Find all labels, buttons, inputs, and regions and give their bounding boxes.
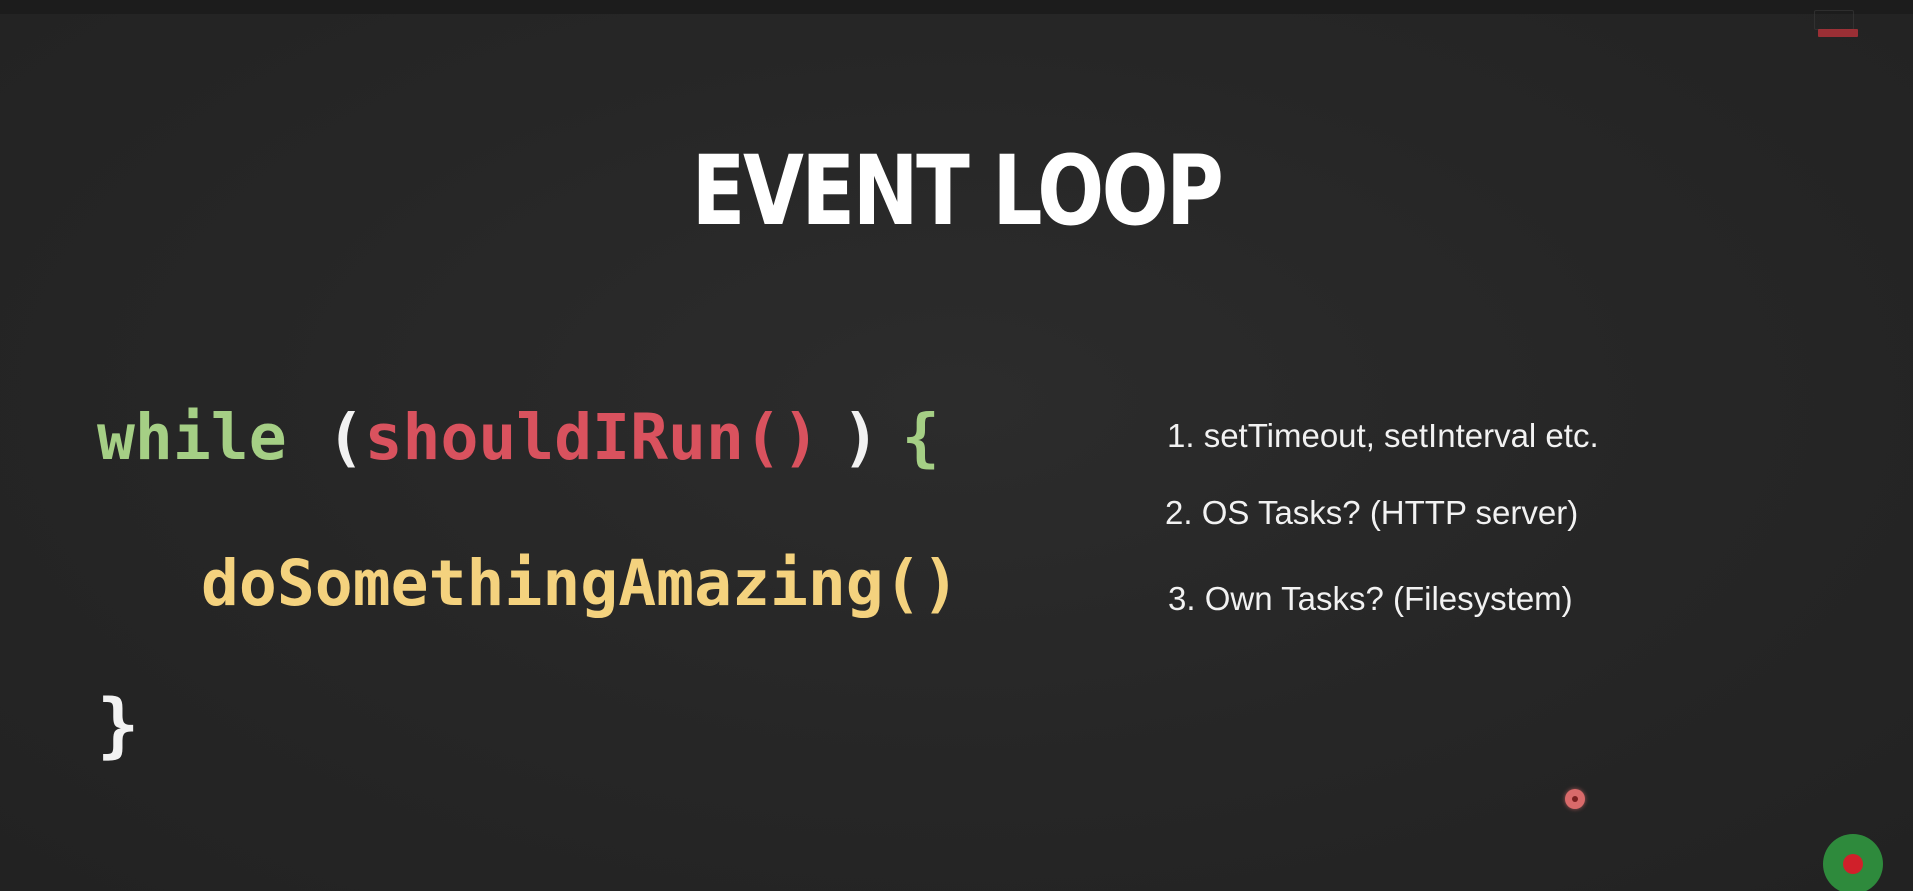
code-body-call: doSomethingAmazing() <box>201 547 960 620</box>
top-bar <box>0 0 1913 14</box>
code-line-while: while (shouldIRun()) { <box>97 398 940 478</box>
list-item-own-tasks: 3. Own Tasks? (Filesystem) <box>1168 580 1573 617</box>
slide-title: EVENT LOOP <box>691 135 1224 247</box>
red-laser-pointer-icon <box>1565 789 1585 809</box>
code-close-brace: } <box>97 684 140 766</box>
code-line-close: } <box>97 680 139 770</box>
conference-logo-icon <box>1804 10 1862 40</box>
code-close-paren: ) <box>841 401 880 474</box>
code-keyword-while: while <box>97 401 287 474</box>
slide-canvas: EVENT LOOP while (shouldIRun()) { doSometh… <box>0 0 1913 891</box>
logo-frame <box>1814 10 1854 30</box>
recording-indicator-icon <box>1823 834 1883 891</box>
code-open-paren: ( <box>326 401 365 474</box>
list-item-os-tasks: 2. OS Tasks? (HTTP server) <box>1165 494 1579 531</box>
logo-wordmark <box>1818 29 1858 37</box>
code-condition-call: shouldIRun() <box>364 401 820 474</box>
code-line-body: doSomethingAmazing() <box>201 544 960 624</box>
code-open-brace: { <box>901 401 940 474</box>
list-item-timers: 1. setTimeout, setInterval etc. <box>1167 417 1599 454</box>
